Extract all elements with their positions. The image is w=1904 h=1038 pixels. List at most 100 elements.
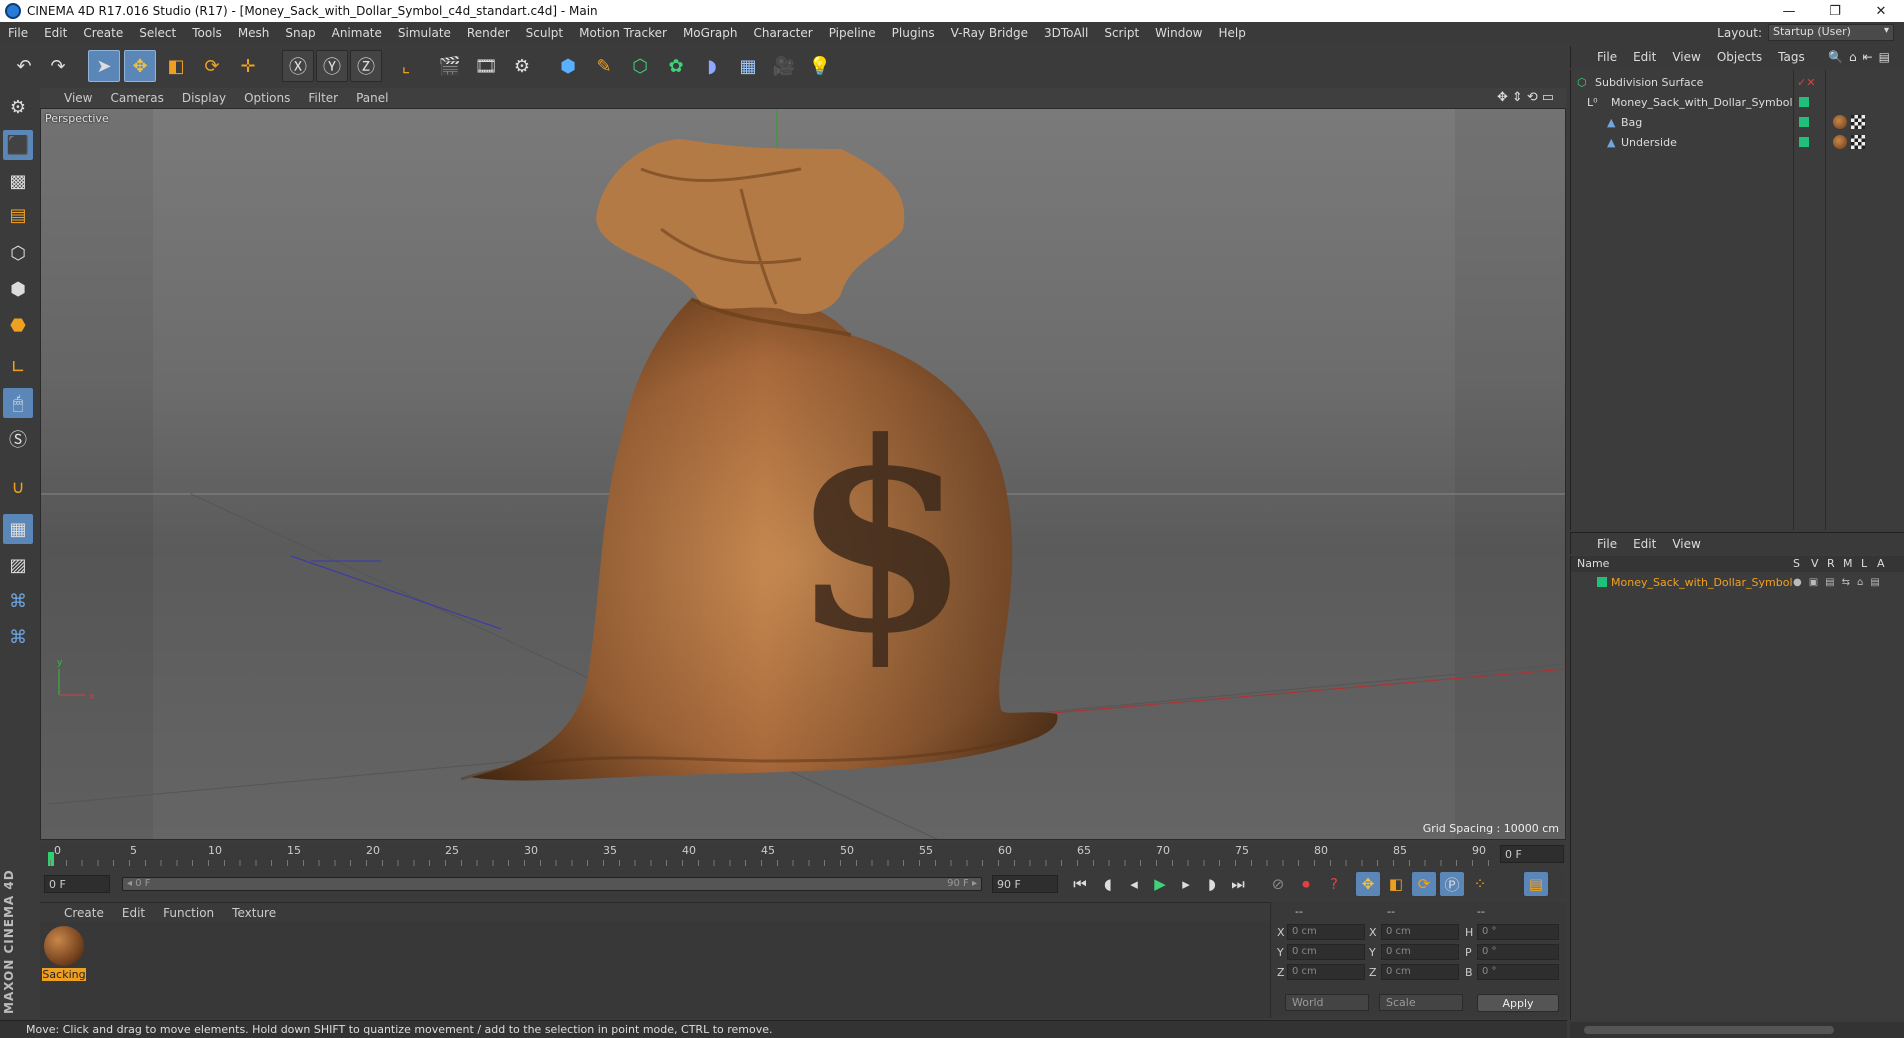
move-icon[interactable]: ✥ (124, 50, 156, 82)
viewport-menu-view[interactable]: View (40, 91, 101, 105)
deformer-icon[interactable]: ◗ (696, 50, 728, 82)
light-icon[interactable]: 💡 (804, 50, 836, 82)
menu-sculpt[interactable]: Sculpt (518, 26, 571, 40)
object-row[interactable]: ⬡ Subdivision Surface ✓✕ (1571, 72, 1904, 92)
size-x-field[interactable]: 0 cm (1381, 924, 1459, 940)
menu-motion-tracker[interactable]: Motion Tracker (571, 26, 675, 40)
viewport-menu-cameras[interactable]: Cameras (101, 91, 172, 105)
edges-mode-icon[interactable]: ⬢ (3, 274, 33, 304)
previous-frame-icon[interactable]: ◂ (1122, 872, 1146, 896)
python-script-2-icon[interactable]: ⌘ (3, 622, 33, 652)
layout-dropdown[interactable]: Startup (User) (1768, 24, 1894, 41)
undo-icon[interactable]: ↶ (8, 50, 40, 82)
menu-3dtoall[interactable]: 3DToAll (1036, 26, 1096, 40)
object-menu-file[interactable]: File (1571, 50, 1625, 64)
object-menu-tags[interactable]: Tags (1770, 50, 1813, 64)
subdivision-icon[interactable]: ⬡ (624, 50, 656, 82)
layer-flags-icons[interactable]: ●▣▤⇆⌂▤ (1793, 577, 1887, 588)
size-z-field[interactable]: 0 cm (1381, 964, 1459, 980)
menu-window[interactable]: Window (1147, 26, 1210, 40)
object-status-dot[interactable] (1799, 137, 1809, 147)
menu-script[interactable]: Script (1096, 26, 1147, 40)
key-parameter-icon[interactable]: Ⓟ (1440, 872, 1464, 896)
key-rotation-icon[interactable]: ⟳ (1412, 872, 1436, 896)
scale-icon[interactable]: ◧ (160, 50, 192, 82)
key-position-icon[interactable]: ✥ (1356, 872, 1380, 896)
menu-animate[interactable]: Animate (324, 26, 390, 40)
position-y-field[interactable]: 0 cm (1287, 944, 1365, 960)
object-row[interactable]: ▲ Bag (1571, 112, 1904, 132)
coordinate-system-dropdown[interactable]: World (1285, 994, 1369, 1011)
key-scale-icon[interactable]: ◧ (1384, 872, 1408, 896)
object-status-dot[interactable] (1799, 117, 1809, 127)
texture-mode-icon[interactable]: ▩ (3, 166, 33, 196)
rotation-h-field[interactable]: 0 ° (1477, 924, 1559, 940)
previous-key-icon[interactable]: ◖ (1096, 872, 1120, 896)
layer-row[interactable]: Money_Sack_with_Dollar_Symbol ●▣▤⇆⌂▤ (1571, 572, 1904, 592)
python-script-icon[interactable]: ⌘ (3, 586, 33, 616)
autokey-icon[interactable]: ⏺ (1294, 872, 1318, 896)
current-frame-field[interactable]: 0 F (1500, 845, 1564, 863)
planar-workplane-icon[interactable]: ▨ (3, 550, 33, 580)
record-keys-icon[interactable]: ⊘ (1266, 872, 1290, 896)
size-y-field[interactable]: 0 cm (1381, 944, 1459, 960)
array-icon[interactable]: ✿ (660, 50, 692, 82)
spline-pen-icon[interactable]: ✎ (588, 50, 620, 82)
play-icon[interactable]: ▶ (1148, 872, 1172, 896)
magnet-icon[interactable]: ∪ (3, 472, 33, 502)
model-mode-icon[interactable]: ⬛ (3, 130, 33, 160)
layer-color-swatch[interactable] (1597, 577, 1607, 587)
material-tag-icon[interactable] (1833, 135, 1847, 149)
y-axis-icon[interactable]: Ⓨ (316, 50, 348, 82)
object-menu-edit[interactable]: Edit (1625, 50, 1664, 64)
close-button[interactable]: ✕ (1858, 0, 1904, 22)
menu-edit[interactable]: Edit (36, 26, 75, 40)
object-menu-view[interactable]: View (1664, 50, 1708, 64)
keyframe-selection-icon[interactable]: ? (1322, 872, 1346, 896)
perspective-viewport[interactable]: Perspective $ y x Grid Spacing: 10000 c… (40, 108, 1566, 840)
menu-pipeline[interactable]: Pipeline (821, 26, 884, 40)
world-coordinates-icon[interactable]: ⌞ (390, 50, 422, 82)
menu-plugins[interactable]: Plugins (884, 26, 943, 40)
render-view-icon[interactable]: 🎬 (434, 50, 466, 82)
material-tag-icon[interactable] (1833, 115, 1847, 129)
menu-help[interactable]: Help (1210, 26, 1253, 40)
camera-icon[interactable]: 🎥 (768, 50, 800, 82)
size-mode-dropdown[interactable]: Scale (1379, 994, 1463, 1011)
viewport-menu-filter[interactable]: Filter (299, 91, 347, 105)
rotation-b-field[interactable]: 0 ° (1477, 964, 1559, 980)
object-manager-tools-icon[interactable]: 🔍⌂⇤▤ (1828, 50, 1896, 64)
workplane-mode-icon[interactable]: ▤ (3, 200, 33, 230)
material-menu-create[interactable]: Create (40, 906, 113, 920)
viewport-menu-display[interactable]: Display (173, 91, 235, 105)
select-pointer-icon[interactable]: ➤ (88, 50, 120, 82)
layer-menu-edit[interactable]: Edit (1625, 537, 1664, 551)
layer-menu-file[interactable]: File (1571, 537, 1625, 551)
menu-snap[interactable]: Snap (277, 26, 323, 40)
menu-select[interactable]: Select (131, 26, 184, 40)
polygons-mode-icon[interactable]: ⬣ (3, 310, 33, 340)
object-row[interactable]: L⁰ Money_Sack_with_Dollar_Symbol (1571, 92, 1904, 112)
object-visibility-icon[interactable]: ✓✕ (1797, 76, 1815, 89)
goto-start-icon[interactable]: ⏮ (1068, 872, 1092, 896)
scrollbar-thumb[interactable] (1584, 1026, 1834, 1034)
material-menu-function[interactable]: Function (154, 906, 223, 920)
position-x-field[interactable]: 0 cm (1287, 924, 1365, 940)
points-mode-icon[interactable]: ⬡ (3, 238, 33, 268)
z-axis-icon[interactable]: Ⓩ (350, 50, 382, 82)
material-menu-texture[interactable]: Texture (223, 906, 285, 920)
object-row[interactable]: ▲ Underside (1571, 132, 1904, 152)
menu-render[interactable]: Render (459, 26, 518, 40)
make-editable-icon[interactable]: ⚙ (3, 92, 33, 122)
rotate-icon[interactable]: ⟳ (196, 50, 228, 82)
menu-character[interactable]: Character (745, 26, 820, 40)
x-axis-icon[interactable]: Ⓧ (282, 50, 314, 82)
next-key-icon[interactable]: ◗ (1200, 872, 1224, 896)
viewport-menu-options[interactable]: Options (235, 91, 299, 105)
workplane-lock-icon[interactable]: ▦ (3, 514, 33, 544)
viewport-nav-icons[interactable]: ✥⇕⟲▭ (1497, 90, 1558, 105)
cube-primitive-icon[interactable]: ⬢ (552, 50, 584, 82)
end-frame-field[interactable]: 90 F (992, 875, 1058, 893)
material-thumbnail[interactable]: Sacking (42, 926, 86, 981)
timeline-ruler[interactable]: 0 5 10 15 20 25 30 35 40 45 50 55 60 65 … (40, 842, 1566, 868)
